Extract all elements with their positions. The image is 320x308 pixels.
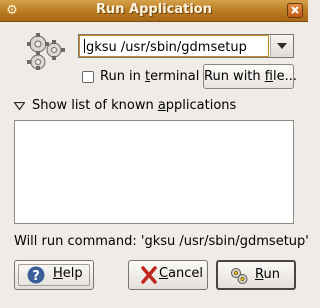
command-value: gksu /usr/sbin/gdmsetup [86, 40, 247, 55]
cancel-icon [141, 266, 157, 284]
run-label: Run [255, 267, 280, 282]
svg-text:?: ? [32, 269, 40, 284]
chevron-down-icon[interactable] [270, 35, 293, 57]
help-icon: ? [27, 266, 45, 284]
cancel-label: Cancel [159, 266, 204, 281]
run-with-file-button[interactable]: Run with file... [203, 64, 297, 89]
run-icon [231, 268, 248, 284]
help-label: Help [53, 266, 83, 281]
known-applications-list[interactable] [14, 120, 294, 224]
run-application-dialog: ⚙ Run Application gksu /usr/sbin/gdmsetu… [0, 0, 309, 308]
text-cursor [84, 39, 85, 53]
command-combo[interactable]: gksu /usr/sbin/gdmsetup [78, 34, 294, 58]
status-text: Will run command: 'gksu /usr/sbin/gdmset… [14, 234, 309, 249]
close-icon[interactable] [287, 3, 303, 18]
title-bar[interactable]: ⚙ Run Application [0, 0, 308, 22]
cancel-button[interactable]: Cancel [128, 260, 208, 290]
command-input[interactable]: gksu /usr/sbin/gdmsetup [79, 35, 269, 57]
gears-application-icon [24, 32, 68, 72]
run-button[interactable]: Run [216, 260, 296, 290]
run-in-terminal-checkbox[interactable]: Run in terminal [82, 68, 200, 86]
known-applications-label: Show list of known applications [32, 98, 237, 113]
checkbox-box[interactable] [82, 71, 94, 83]
known-applications-expander[interactable]: Show list of known applications [14, 98, 236, 116]
help-button[interactable]: ? Help [14, 260, 94, 290]
expander-arrow-icon [14, 102, 25, 110]
window-title: Run Application [96, 2, 212, 17]
run-in-terminal-label: Run in terminal [100, 69, 200, 84]
